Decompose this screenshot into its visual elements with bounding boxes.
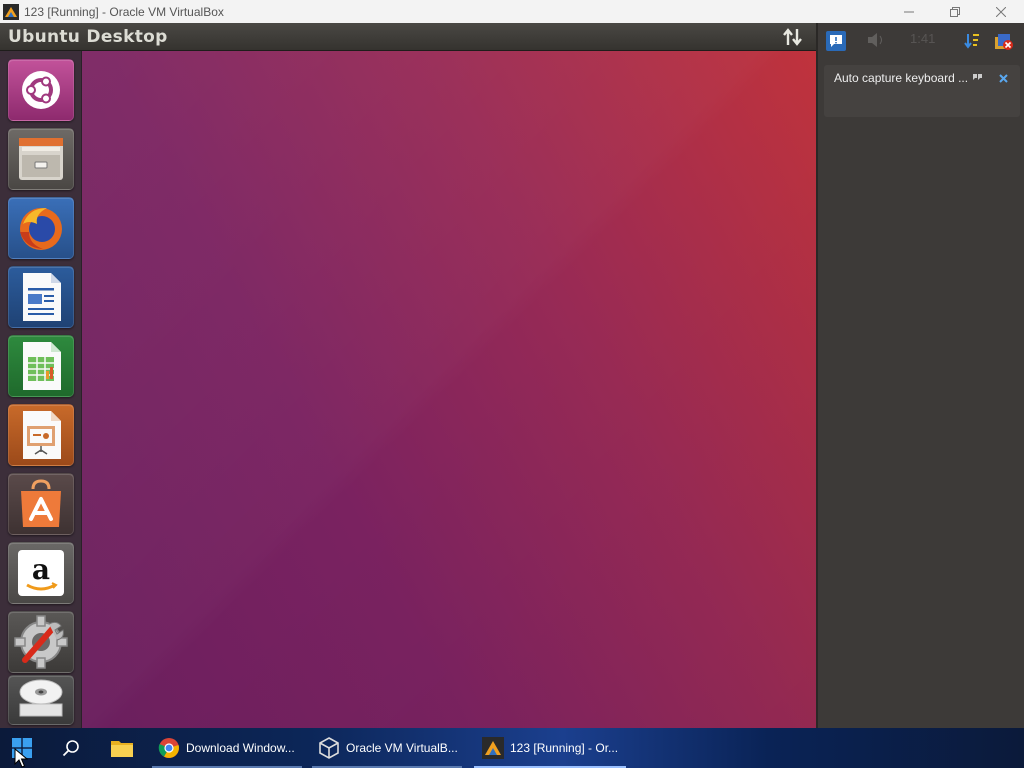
ubuntu-top-panel: Ubuntu Desktop — [0, 23, 816, 51]
software-center-icon — [21, 479, 61, 527]
window-titlebar[interactable]: 123 [Running] - Oracle VM VirtualBox — [0, 0, 1024, 23]
unity-launcher: a — [0, 51, 82, 728]
launcher-item-amazon[interactable]: a — [8, 542, 74, 604]
taskbar-app-label: Oracle VM VirtualB... — [346, 741, 458, 755]
disc-icon — [19, 679, 63, 717]
x-icon — [998, 73, 1008, 83]
launcher-item-dash[interactable] — [8, 59, 74, 121]
launcher-item-settings[interactable] — [8, 611, 74, 673]
up-down-arrows-icon[interactable] — [782, 27, 804, 47]
taskbar-app-virtualbox[interactable]: Oracle VM VirtualB... — [318, 728, 458, 768]
taskbar-app-label: Download Window... — [186, 741, 295, 755]
vm-window-icon — [482, 737, 504, 759]
launcher-item-writer[interactable] — [8, 266, 74, 328]
ubuntu-logo-icon — [22, 71, 60, 109]
desktop-wallpaper-sheen — [82, 51, 816, 728]
ubuntu-desktop-background[interactable] — [82, 51, 816, 728]
message-icon[interactable] — [826, 31, 846, 51]
launcher-item-calc[interactable] — [8, 335, 74, 397]
virtualbox-vm-icon — [3, 3, 19, 20]
impress-icon — [23, 411, 61, 459]
settings-icon — [14, 615, 68, 669]
mouse-cursor-icon — [14, 748, 28, 768]
firefox-icon — [20, 208, 62, 250]
search-button[interactable] — [62, 728, 84, 768]
sort-icon[interactable] — [964, 32, 980, 50]
writer-icon — [23, 273, 61, 321]
minimize-button[interactable] — [886, 0, 932, 23]
close-icon — [996, 6, 1006, 17]
taskbar-app-vm-window[interactable]: 123 [Running] - Or... — [482, 728, 618, 768]
launcher-item-files[interactable] — [8, 128, 74, 190]
notification-card[interactable]: Auto capture keyboard ... — [824, 65, 1020, 117]
launcher-item-firefox[interactable] — [8, 197, 74, 259]
virtualbox-icon — [319, 737, 339, 759]
volume-icon — [868, 33, 882, 47]
file-explorer-button[interactable] — [110, 728, 136, 768]
file-cabinet-icon — [19, 138, 63, 180]
windows-taskbar: Download Window... Oracle VM VirtualB...… — [0, 728, 1024, 768]
notification-close-button[interactable] — [996, 71, 1010, 85]
folder-icon — [111, 741, 133, 757]
expand-icon — [972, 74, 982, 80]
chrome-icon — [158, 738, 179, 758]
notification-panel: 1:41 Auto capture keyboard ... — [816, 23, 1024, 728]
window-title: 123 [Running] - Oracle VM VirtualBox — [24, 4, 224, 19]
search-icon — [62, 740, 79, 757]
calc-icon — [23, 342, 61, 390]
svg-text:a: a — [32, 553, 50, 586]
faded-clock: 1:41 — [910, 31, 936, 46]
minimize-icon — [904, 11, 914, 12]
notification-text: Auto capture keyboard ... — [834, 71, 969, 85]
taskbar-app-label: 123 [Running] - Or... — [510, 741, 619, 755]
restore-button[interactable] — [932, 0, 978, 23]
close-button[interactable] — [978, 0, 1024, 23]
launcher-item-impress[interactable] — [8, 404, 74, 466]
launcher-item-software[interactable] — [8, 473, 74, 535]
launcher-item-dvd[interactable] — [8, 675, 74, 725]
taskbar-app-chrome[interactable]: Download Window... — [158, 728, 295, 768]
close-all-icon[interactable] — [994, 31, 1014, 51]
notification-toolbar: 1:41 — [818, 23, 1024, 61]
panel-title: Ubuntu Desktop — [8, 26, 168, 47]
notification-expand-button[interactable] — [970, 71, 984, 85]
amazon-icon: a — [18, 550, 64, 596]
restore-icon — [950, 6, 960, 17]
